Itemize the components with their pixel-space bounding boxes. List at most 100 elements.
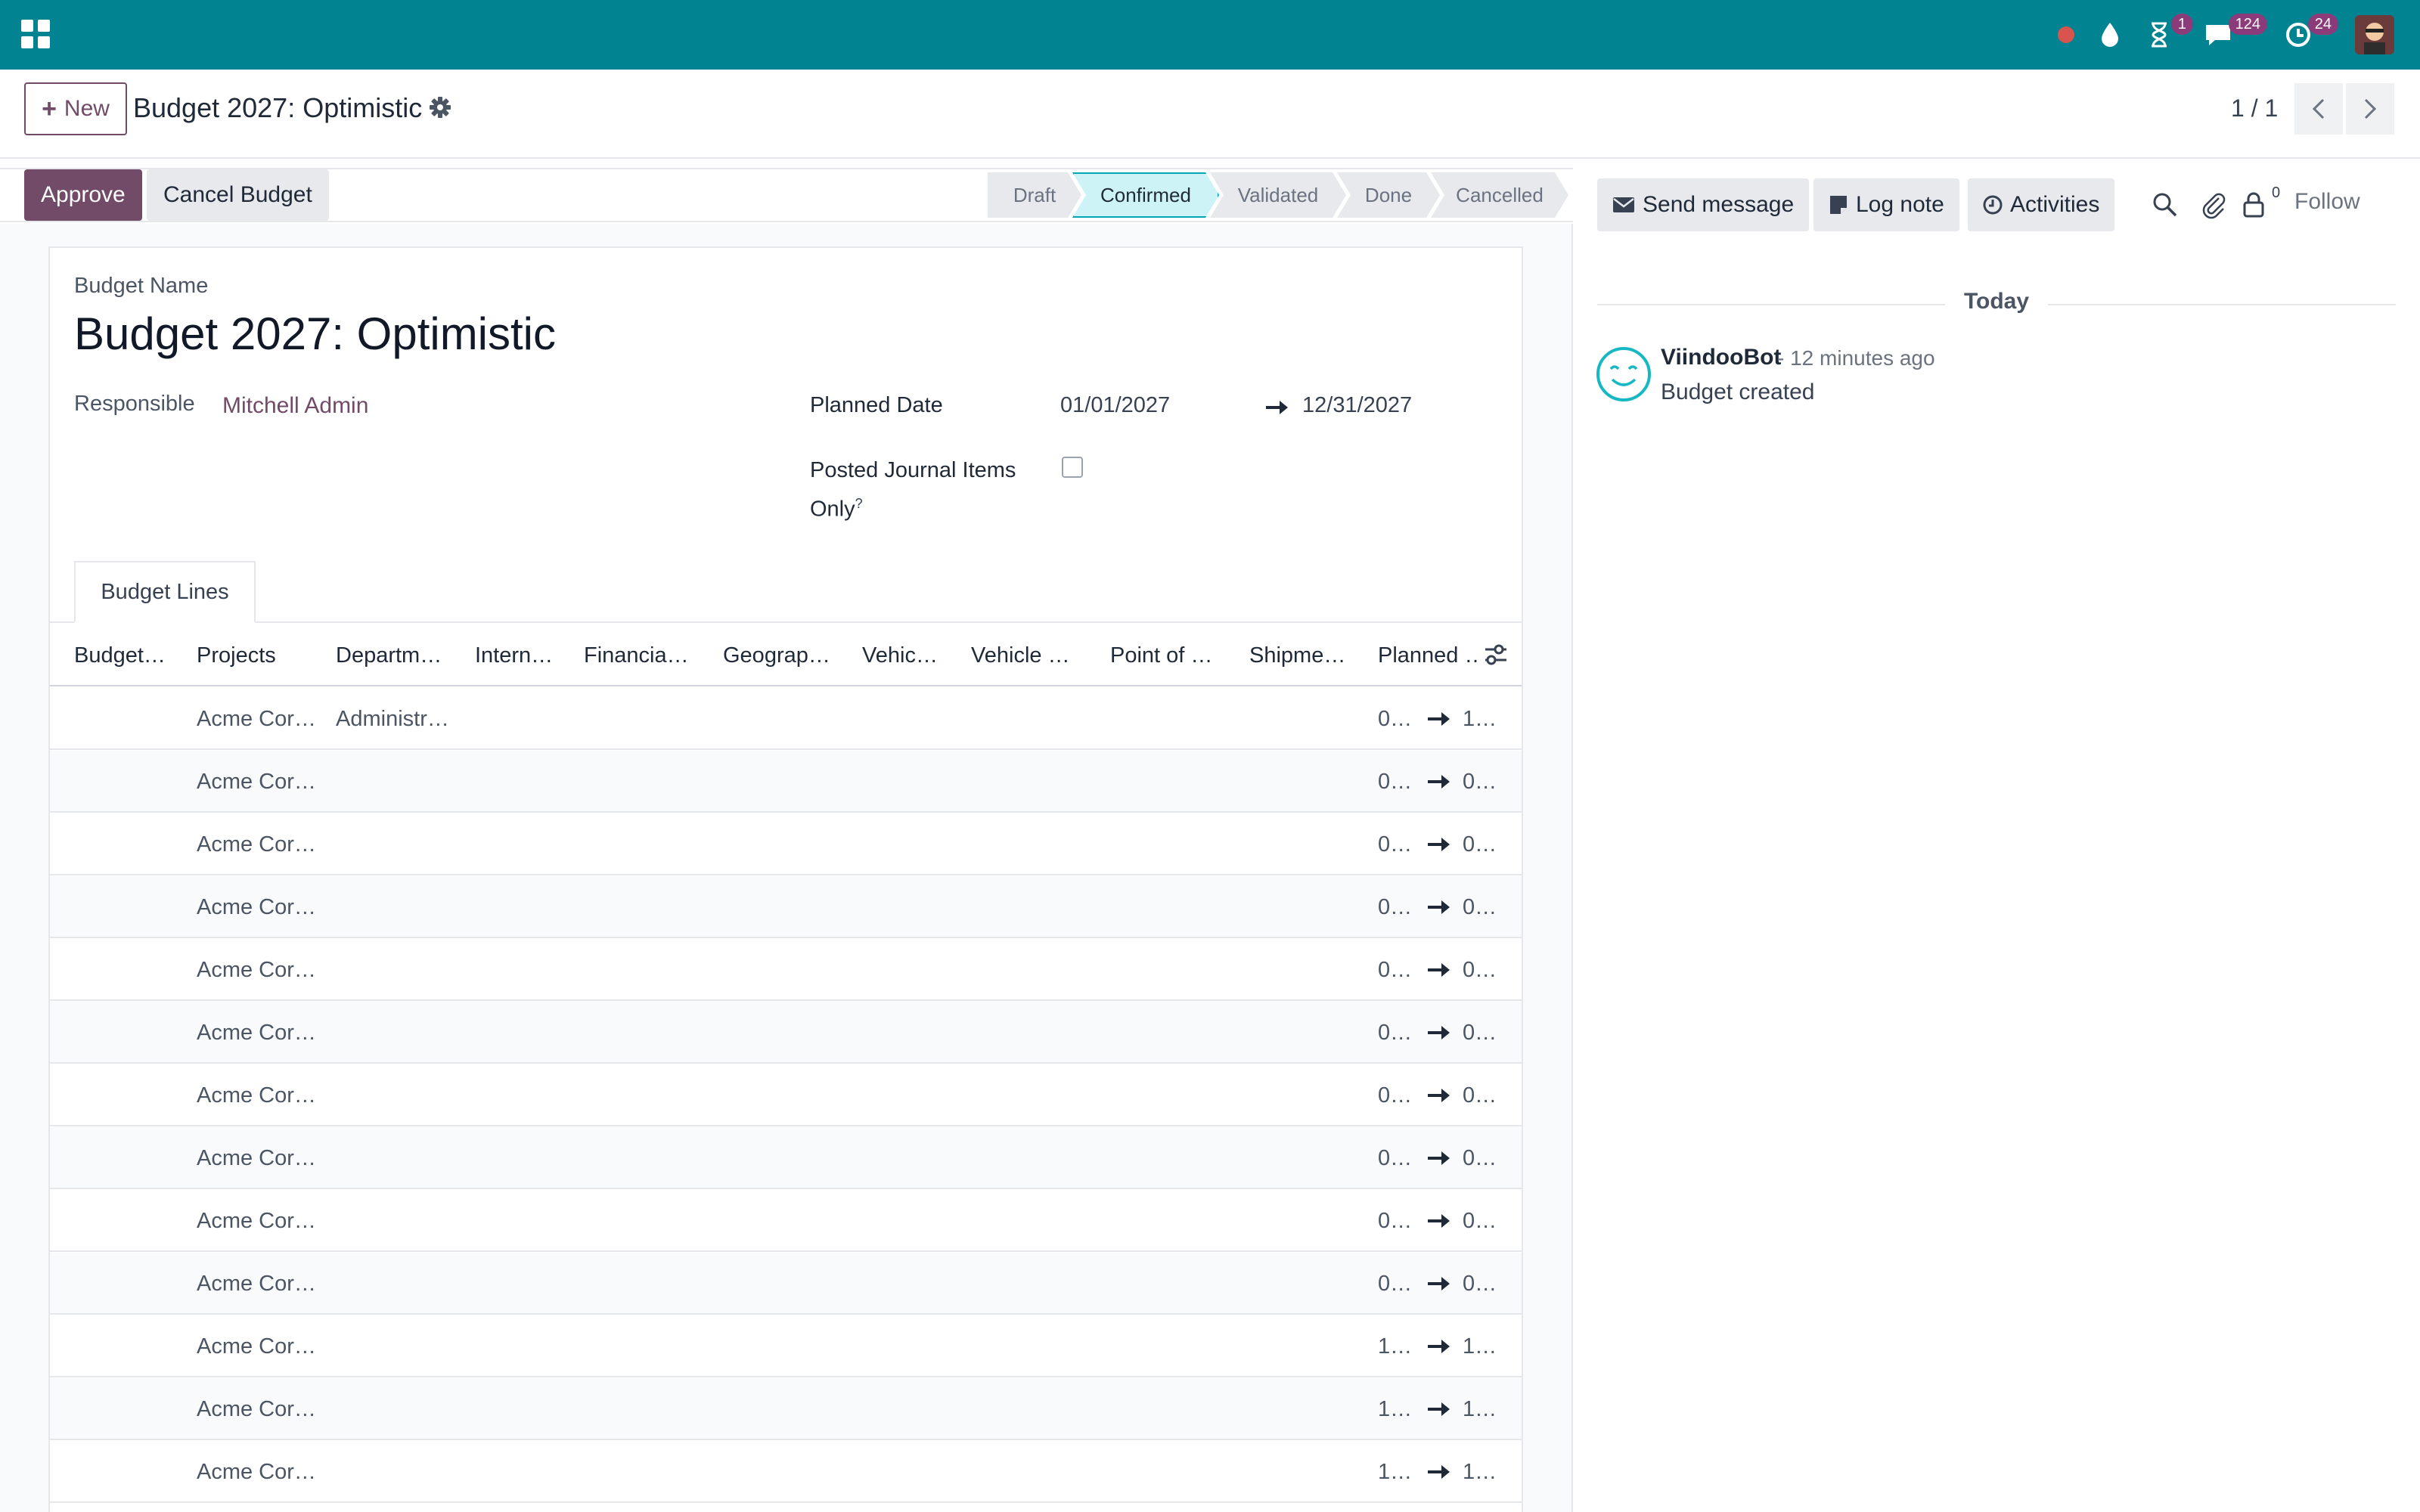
status-step-draft[interactable]: Draft	[988, 172, 1081, 218]
message-timestamp: - 12 minutes ago	[1777, 346, 1935, 370]
planned-date-start-field[interactable]: 01/01/2027	[1060, 393, 1170, 418]
calls-phone-icon[interactable]: 24	[2281, 14, 2338, 53]
planned-date-end-field[interactable]: 12/31/2027	[1302, 393, 1412, 418]
cell-date-start: 0…	[1378, 895, 1413, 919]
column-header-internal[interactable]: Intern…	[475, 624, 566, 686]
column-header-financial[interactable]: Financia…	[584, 624, 705, 686]
table-row[interactable]: Acme Cor… 0… 0…	[50, 1190, 1522, 1252]
message-author[interactable]: ViindooBot	[1661, 345, 1781, 370]
table-row[interactable]: Acme Cor… 0… 0…	[50, 813, 1522, 875]
cell-project: Acme Cor…	[197, 707, 316, 731]
column-header-budget[interactable]: Budget…	[74, 624, 168, 686]
log-note-button[interactable]: Log note	[1813, 178, 1959, 231]
column-header-planned[interactable]: Planned …	[1378, 624, 1478, 686]
arrow-right-icon	[1428, 963, 1450, 977]
cell-date-end: 0…	[1463, 832, 1497, 857]
cell-date-start: 1…	[1378, 1397, 1413, 1421]
pager-previous-button[interactable]	[2294, 83, 2343, 135]
optional-columns-toggle-icon[interactable]	[1482, 641, 1509, 668]
approve-button[interactable]: Approve	[24, 169, 142, 221]
cell-project: Acme Cor…	[197, 1209, 316, 1233]
table-row[interactable]: Acme Cor… Administr… 0… 1…	[50, 688, 1522, 750]
envelope-icon	[1613, 197, 1634, 212]
column-header-department[interactable]: Departm…	[336, 624, 457, 686]
cell-date-start: 0…	[1378, 770, 1413, 794]
posted-journal-items-text: Posted Journal Items Only	[810, 458, 1016, 522]
cancel-budget-button[interactable]: Cancel Budget	[147, 169, 329, 221]
date-separator-line	[2048, 304, 2396, 305]
cell-project: Acme Cor…	[197, 1272, 316, 1296]
column-header-geographic[interactable]: Geograp…	[723, 624, 844, 686]
table-row[interactable]: Acme Cor… 0… 0…	[50, 876, 1522, 938]
status-step-confirmed[interactable]: Confirmed	[1072, 172, 1219, 218]
arrow-right-icon	[1428, 1026, 1450, 1040]
planned-date-label: Planned Date	[810, 393, 943, 417]
status-step-cancelled[interactable]: Cancelled	[1431, 172, 1568, 218]
cell-date-end: 0…	[1463, 1272, 1497, 1296]
search-icon[interactable]	[2151, 191, 2180, 219]
column-header-projects[interactable]: Projects	[197, 624, 318, 686]
cell-project: Acme Cor…	[197, 1397, 316, 1421]
table-row[interactable]: Acme Cor… 0… 0…	[50, 1064, 1522, 1126]
column-header-shipment[interactable]: Shipme…	[1249, 624, 1370, 686]
tab-divider	[48, 621, 1523, 623]
date-separator-label: Today	[1963, 289, 2030, 314]
gear-icon[interactable]	[428, 95, 452, 119]
cell-date-start: 0…	[1378, 832, 1413, 857]
cell-date-start: 0…	[1378, 1272, 1413, 1296]
activities-button[interactable]: Activities	[1968, 178, 2115, 231]
send-message-button[interactable]: Send message	[1597, 178, 1810, 231]
status-step-validated[interactable]: Validated	[1210, 172, 1346, 218]
paperclip-icon[interactable]	[2199, 191, 2228, 219]
pager-next-button[interactable]	[2346, 83, 2394, 135]
droplet-icon[interactable]	[2095, 17, 2125, 53]
followers-lock-icon[interactable]	[2242, 191, 2270, 219]
cell-date-start: 0…	[1378, 1209, 1413, 1233]
column-header-vehicle-2[interactable]: Vehicle …	[971, 624, 1092, 686]
clock-icon	[1983, 195, 2003, 215]
responsible-field[interactable]: Mitchell Admin	[222, 393, 368, 419]
column-header-point-of[interactable]: Point of …	[1110, 624, 1231, 686]
activities-clock-icon[interactable]: 1	[2140, 14, 2193, 53]
user-avatar[interactable]	[2355, 15, 2394, 54]
arrow-right-icon	[1428, 1214, 1450, 1228]
budget-name-label: Budget Name	[74, 274, 209, 298]
cell-project: Acme Cor…	[197, 1146, 316, 1170]
table-row[interactable]: Acme Cor… 0… 0…	[50, 1127, 1522, 1189]
arrow-right-icon	[1264, 396, 1290, 419]
chevron-right-icon	[2364, 98, 2377, 119]
arrow-right-icon	[1428, 1465, 1450, 1479]
table-row[interactable]: Acme Cor… 0… 0…	[50, 1002, 1522, 1064]
cell-date-start: 0…	[1378, 1021, 1413, 1045]
cell-project: Acme Cor…	[197, 895, 316, 919]
pager-value[interactable]: 1 / 1	[2231, 89, 2278, 127]
arrow-right-icon	[1428, 838, 1450, 851]
cell-date-start: 0…	[1378, 958, 1413, 982]
table-row[interactable]: Acme Cor… 0… 0…	[50, 1253, 1522, 1315]
cell-date-end: 1…	[1463, 1397, 1497, 1421]
responsible-label: Responsible	[74, 392, 195, 416]
posted-journal-items-checkbox[interactable]	[1062, 457, 1083, 478]
column-header-vehicle-1[interactable]: Vehic…	[862, 624, 953, 686]
table-row[interactable]: Acme Cor… 0… 0…	[50, 939, 1522, 1001]
bot-avatar[interactable]	[1596, 346, 1652, 402]
activities-label: Activities	[2010, 192, 2100, 217]
table-row[interactable]: Acme Cor… 0… 0…	[50, 751, 1522, 813]
new-button[interactable]: + New	[24, 82, 127, 135]
messages-chat-icon[interactable]: 124	[2199, 14, 2267, 53]
arrow-right-icon	[1428, 1089, 1450, 1102]
status-step-done[interactable]: Done	[1337, 172, 1440, 218]
table-row[interactable]: Acme Cor… 1… 1…	[50, 1378, 1522, 1440]
budget-name-field[interactable]: Budget 2027: Optimistic	[74, 304, 556, 364]
table-row[interactable]: Acme Cor… 1… 1…	[50, 1441, 1522, 1503]
cell-project: Acme Cor…	[197, 770, 316, 794]
apps-menu-icon[interactable]	[21, 20, 50, 48]
recording-dot-icon[interactable]	[2051, 17, 2081, 53]
cell-date-start: 0…	[1378, 1083, 1413, 1108]
help-tooltip-icon[interactable]: ?	[855, 496, 863, 511]
table-row[interactable]: Acme Cor… 1… 1…	[50, 1315, 1522, 1377]
cell-department: Administr…	[336, 707, 449, 731]
arrow-right-icon	[1428, 775, 1450, 789]
tab-budget-lines[interactable]: Budget Lines	[74, 561, 256, 623]
follow-button[interactable]: Follow	[2294, 189, 2360, 215]
